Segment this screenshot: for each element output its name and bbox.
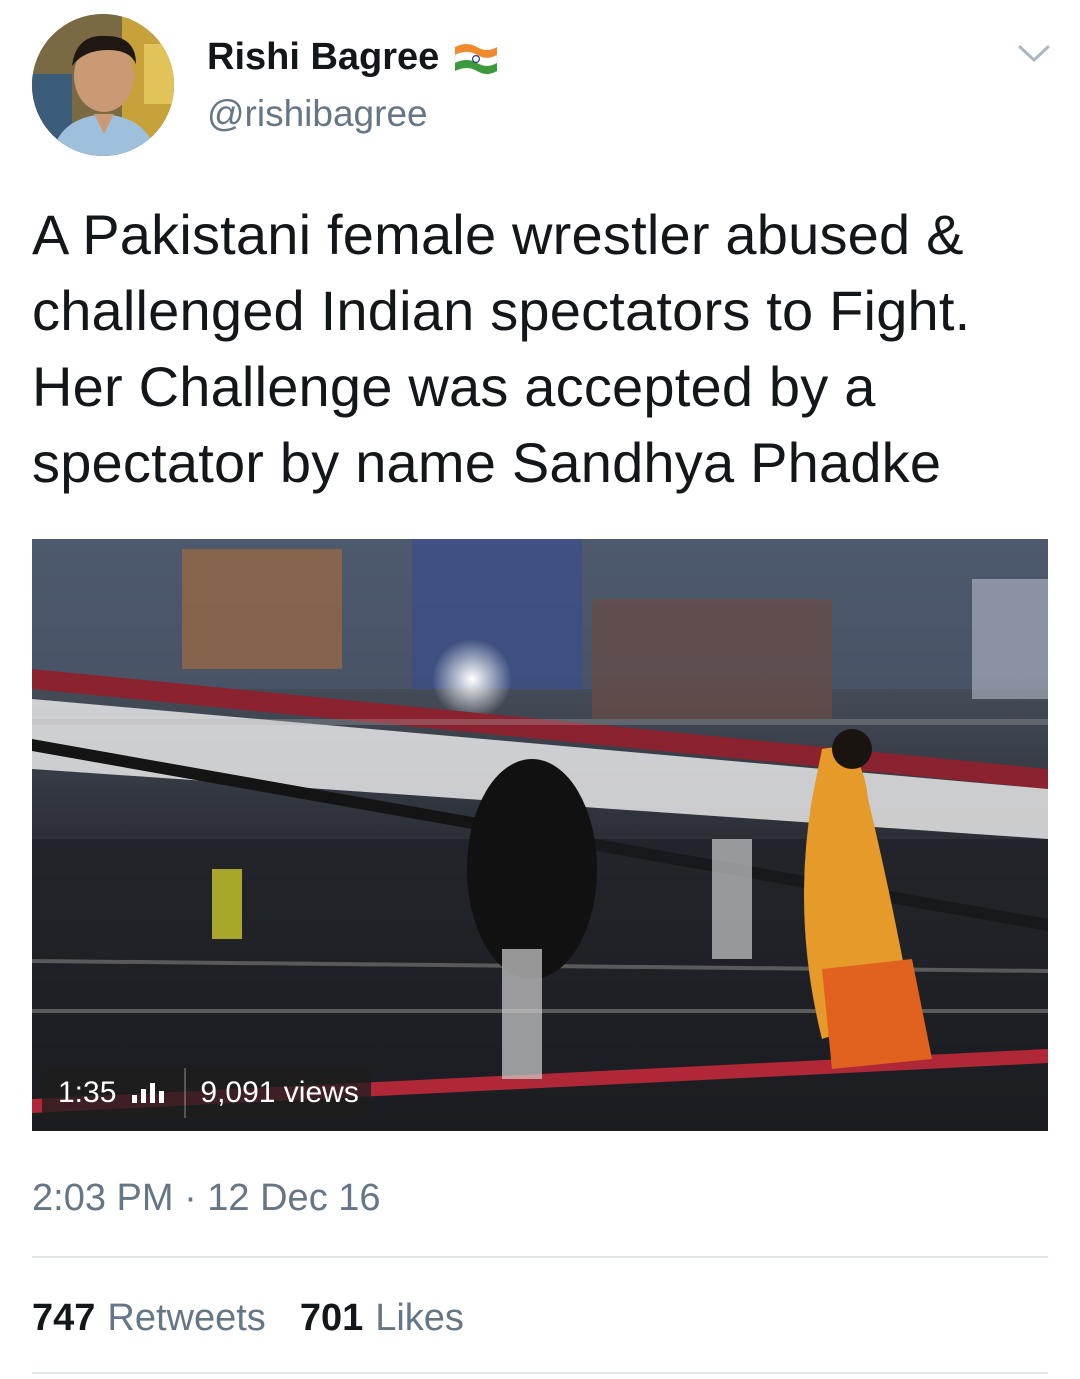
video-duration: 1:35 (58, 1076, 117, 1109)
retweets-count: 747 (32, 1297, 96, 1339)
avatar[interactable] (32, 14, 174, 156)
retweets-label: Retweets (107, 1297, 266, 1339)
india-flag-icon (455, 43, 498, 74)
tweet-stats: 747 Retweets 701 Likes (32, 1297, 464, 1340)
author-handle[interactable]: @rishibagree (207, 93, 428, 135)
tweet-text: A Pakistani female wrestler abused & cha… (32, 203, 971, 494)
chevron-down-icon[interactable] (1016, 38, 1052, 68)
video-view-count: 9,091 views (200, 1076, 359, 1109)
video-info-badge: 1:35 9,091 views (42, 1068, 371, 1118)
divider (32, 1372, 1048, 1374)
likes-label: Likes (375, 1297, 464, 1339)
signal-bars-icon (132, 1083, 165, 1103)
tweet-timestamp[interactable]: 2:03 PM · 12 Dec 16 (32, 1177, 381, 1220)
divider (32, 1256, 1048, 1258)
likes-stat[interactable]: 701 Likes (300, 1297, 464, 1340)
likes-count: 701 (299, 1297, 364, 1339)
display-name-text: Rishi Bagree (207, 36, 440, 78)
video-player[interactable]: 1:35 9,091 views (32, 539, 1048, 1131)
video-frame (32, 539, 1048, 1131)
retweets-stat[interactable]: 747 Retweets (32, 1297, 266, 1340)
author-name[interactable]: Rishi Bagree (207, 36, 501, 79)
